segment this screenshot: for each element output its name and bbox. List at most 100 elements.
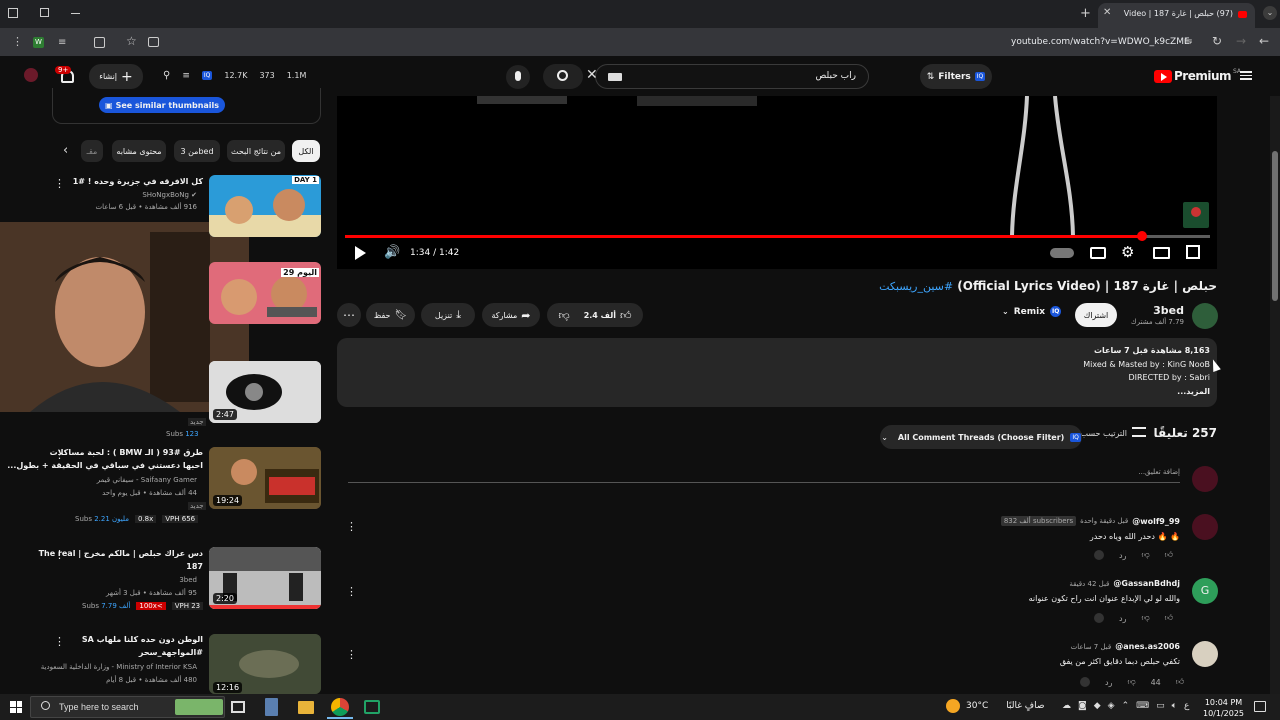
- browser-tab[interactable]: ✕ (97) حبلص | غارة 187 | Video: [1098, 3, 1255, 28]
- guide-menu-icon[interactable]: [1240, 71, 1252, 80]
- save-button[interactable]: حفظ 🔖︎: [366, 303, 415, 327]
- sidebar-video-title[interactable]: طرق #93 ( الـ BMW ) : لحبة مساكلات: [50, 447, 203, 459]
- dislike-icon[interactable]: 👎︎: [1127, 677, 1135, 687]
- restore-icon[interactable]: [8, 8, 18, 18]
- like-icon[interactable]: 👍︎: [1165, 550, 1173, 560]
- notification-center-icon[interactable]: [1254, 701, 1266, 712]
- extension-icon[interactable]: ≡: [58, 37, 66, 48]
- sidebar-channel[interactable]: سيفاني قيمر - Saifaany Gamer: [97, 476, 197, 484]
- comment-author[interactable]: قبل 42 دقيقة @GassanBdhdj: [1069, 579, 1180, 588]
- clear-search-icon[interactable]: ✕: [586, 67, 598, 83]
- show-hidden-icon[interactable]: ⌃: [1122, 701, 1130, 711]
- cloud-icon[interactable]: ☁: [1062, 701, 1071, 711]
- play-icon[interactable]: [355, 246, 366, 260]
- file-explorer-icon[interactable]: [298, 701, 314, 714]
- sidebar-video-title-2[interactable]: #المواجهة_سحر: [139, 647, 203, 659]
- reload-icon[interactable]: ↻: [1212, 34, 1222, 48]
- dislike-icon[interactable]: 👎︎: [559, 309, 570, 322]
- video-thumbnail[interactable]: 19:24: [209, 447, 321, 509]
- sidebar-video-title[interactable]: دس عراك حبلص | مالكم مخرج | The real: [39, 548, 203, 560]
- channel-name[interactable]: 3bed: [1153, 304, 1184, 317]
- sort-by-label[interactable]: الترتيب حسب: [1081, 429, 1127, 438]
- sidebar-channel[interactable]: 3bed: [179, 576, 197, 584]
- comment-menu-icon[interactable]: ⋮: [346, 648, 357, 661]
- taskbar-search-input[interactable]: Type here to search: [59, 702, 139, 712]
- theater-mode-icon[interactable]: [1153, 247, 1170, 259]
- sidebar-video-title-2[interactable]: احبها دعستني في سباقي في الحقيقة + بطول.…: [7, 460, 203, 472]
- minimize-icon[interactable]: [71, 13, 80, 14]
- extension-w-icon[interactable]: W: [33, 37, 44, 48]
- tab-manager-icon[interactable]: [40, 8, 49, 17]
- chip-all[interactable]: الكل: [292, 140, 320, 162]
- video-thumbnail[interactable]: 2:47: [209, 361, 321, 423]
- sidebar-video-title[interactable]: الوطن دون حده كلنا ملهاب SA: [82, 634, 203, 646]
- comment-avatar[interactable]: G: [1192, 578, 1218, 604]
- video-thumbnail[interactable]: 12:16: [209, 634, 321, 694]
- url-field[interactable]: youtube.com/watch?v=WDWO_k9cZME: [1011, 37, 1190, 47]
- volume-icon[interactable]: 🔈︎: [1172, 701, 1177, 711]
- captions-icon[interactable]: [1090, 247, 1106, 259]
- language-indicator[interactable]: ع: [1184, 701, 1189, 711]
- chip-related[interactable]: مقـ: [81, 140, 103, 162]
- excel-app-icon[interactable]: [364, 700, 380, 714]
- search-input[interactable]: راب حبلص: [816, 71, 856, 81]
- dislike-icon[interactable]: 👎︎: [1141, 613, 1149, 623]
- back-icon[interactable]: ←: [1259, 34, 1269, 48]
- create-button[interactable]: إنشاء +: [89, 64, 143, 89]
- tray-app-icon[interactable]: ◈: [1108, 701, 1115, 711]
- video-thumbnail[interactable]: 2:20: [209, 547, 321, 609]
- see-similar-button[interactable]: ▣ See similar thumbnails: [99, 97, 226, 113]
- autoplay-toggle[interactable]: [1050, 248, 1074, 258]
- scrubber-handle[interactable]: [1137, 231, 1147, 241]
- clock[interactable]: 10:04 PM 10/1/2025: [1203, 697, 1244, 719]
- description-box[interactable]: 8,163 مشاهدة قبل 7 ساعات Mixed & Masted …: [337, 338, 1217, 407]
- weather-widget[interactable]: 30°C صافٍ غالبًا: [946, 699, 1044, 713]
- progress-bar[interactable]: [345, 235, 1210, 238]
- windows-start-icon[interactable]: [10, 701, 22, 713]
- reply-button[interactable]: رد: [1119, 614, 1126, 623]
- chip-scroll-left-icon[interactable]: ‹: [63, 143, 68, 158]
- video-thumbnail[interactable]: DAY 1: [209, 175, 321, 237]
- reply-button[interactable]: رد: [1119, 551, 1126, 560]
- search-button[interactable]: [543, 64, 583, 89]
- voice-search-button[interactable]: [506, 65, 530, 89]
- volume-icon[interactable]: 🔊: [384, 245, 400, 260]
- fullscreen-icon[interactable]: [1186, 245, 1200, 259]
- forward-icon[interactable]: →: [1236, 34, 1246, 48]
- bookmark-star-icon[interactable]: ☆: [126, 34, 137, 48]
- comment-menu-icon[interactable]: ⋮: [346, 585, 357, 598]
- channel-avatar[interactable]: [1192, 303, 1218, 329]
- share-button[interactable]: مشاركة ➦: [482, 303, 540, 327]
- site-settings-icon[interactable]: ⇋: [1184, 36, 1192, 47]
- keyboard-icon[interactable]: ⌨: [1136, 701, 1149, 711]
- video-menu-icon[interactable]: ⋮: [54, 177, 65, 190]
- pin-icon[interactable]: ⚲: [163, 70, 170, 81]
- devil-extension-icon[interactable]: [24, 68, 38, 82]
- menu-dots-icon[interactable]: ⋮: [12, 35, 23, 48]
- tab-search-icon[interactable]: ⌄: [1263, 6, 1277, 20]
- sidebar-channel[interactable]: SHoNgxBoNg ✔: [142, 191, 197, 199]
- hashtag-link[interactable]: #سين_ريسبكت: [879, 280, 953, 293]
- remix-control[interactable]: ⌄ Remix IQ: [1002, 306, 1062, 317]
- tray-app-icon[interactable]: ◆: [1094, 701, 1101, 711]
- task-view-icon[interactable]: [231, 701, 245, 713]
- network-icon[interactable]: ▭: [1156, 701, 1165, 711]
- sidebar-video-title-2[interactable]: 187: [186, 561, 203, 573]
- discord-icon[interactable]: ◙: [1078, 701, 1087, 711]
- dislike-icon[interactable]: 👎︎: [1141, 550, 1149, 560]
- more-actions-button[interactable]: ⋯: [337, 303, 361, 327]
- list-icon[interactable]: ≡: [182, 71, 190, 81]
- video-thumbnail[interactable]: اليوم 29: [209, 262, 321, 324]
- youtube-logo[interactable]: Premium SA: [1154, 68, 1241, 83]
- share-page-icon[interactable]: [148, 37, 159, 47]
- video-player[interactable]: [337, 96, 1217, 269]
- comment-author[interactable]: قبل 7 ساعات @anes.as2006: [1071, 642, 1180, 651]
- reply-button[interactable]: رد: [1105, 678, 1112, 687]
- chip-similar[interactable]: محتوى مشابه: [112, 140, 166, 162]
- comment-author[interactable]: 832 ألف subscribers قبل دقيقة واحدة @wol…: [1000, 516, 1180, 526]
- comment-menu-icon[interactable]: ⋮: [346, 520, 357, 533]
- sort-icon[interactable]: [1132, 427, 1146, 437]
- page-scrollbar[interactable]: [1270, 96, 1280, 694]
- comment-avatar[interactable]: [1192, 641, 1218, 667]
- extensions-puzzle-icon[interactable]: [94, 37, 105, 48]
